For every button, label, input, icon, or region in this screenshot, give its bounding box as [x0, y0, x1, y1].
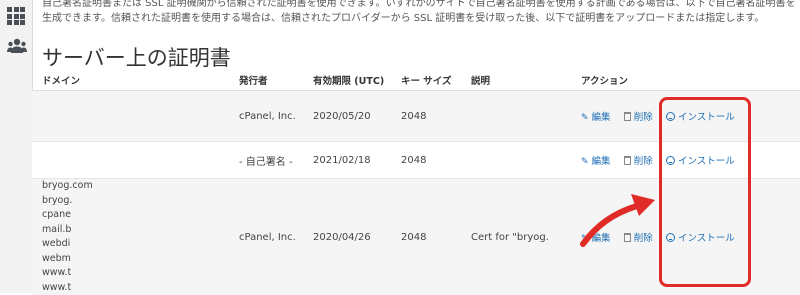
delete-label: 削除 — [634, 112, 653, 123]
edit-link[interactable]: ✎編集 — [581, 112, 611, 123]
expiry-cell: 2020/04/26 — [309, 179, 397, 295]
annotation-arrow — [575, 190, 665, 250]
header-description[interactable]: 説明 — [467, 70, 577, 91]
domain-list: bryog.com bryog. cpane mail.b webdi webm… — [42, 179, 235, 295]
expiry-cell: 2020/05/20 — [309, 91, 397, 142]
description-cell: Cert for "bryog. — [467, 179, 577, 295]
header-issuer[interactable]: 発行者 — [235, 70, 309, 91]
description-cell — [467, 91, 577, 142]
sidebar — [0, 0, 33, 293]
expiry-cell: 2021/02/18 — [309, 142, 397, 179]
pencil-icon: ✎ — [581, 113, 589, 123]
issuer-cell: cPanel, Inc. — [235, 91, 309, 142]
pencil-icon: ✎ — [581, 157, 589, 167]
edit-label: 編集 — [592, 156, 611, 167]
page-title: サーバー上の証明書 — [42, 42, 231, 72]
edit-label: 編集 — [592, 112, 611, 123]
issuer-cell: cPanel, Inc. — [235, 179, 309, 295]
delete-link[interactable]: 削除 — [624, 156, 653, 167]
edit-link[interactable]: ✎編集 — [581, 156, 611, 167]
header-domain[interactable]: ドメイン — [32, 70, 235, 91]
trash-icon — [624, 156, 631, 165]
key-size-cell: 2048 — [397, 179, 467, 295]
issuer-cell: - 自己署名 - — [235, 142, 309, 179]
trash-icon — [624, 112, 631, 121]
grid-icon[interactable] — [7, 7, 25, 25]
delete-link[interactable]: 削除 — [624, 112, 653, 123]
users-icon[interactable] — [7, 38, 27, 54]
header-key-size[interactable]: キー サイズ — [397, 70, 467, 91]
install-highlight-box — [659, 97, 751, 287]
description-cell — [467, 142, 577, 179]
intro-text: 自己署名証明書または SSL 証明機関から信頼された証明書を使用できます。いずれ… — [42, 0, 797, 26]
key-size-cell: 2048 — [397, 91, 467, 142]
key-size-cell: 2048 — [397, 142, 467, 179]
delete-label: 削除 — [634, 156, 653, 167]
header-actions: アクション — [577, 70, 800, 91]
header-expiry[interactable]: 有効期限 (UTC) — [309, 70, 397, 91]
